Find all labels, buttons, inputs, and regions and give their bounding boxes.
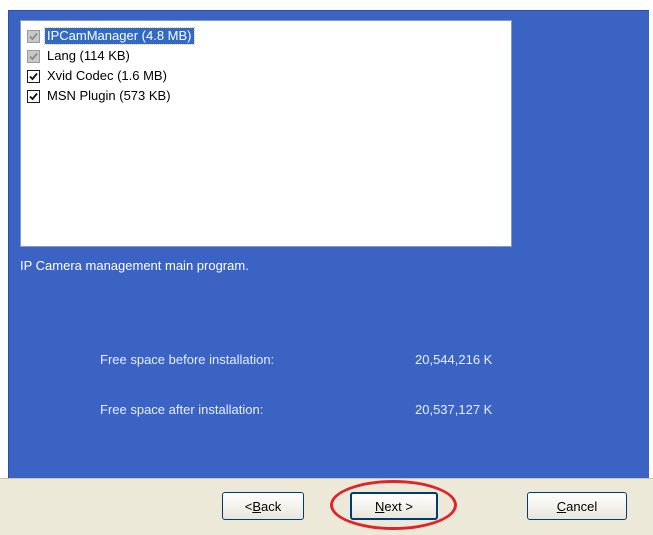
component-item-lang[interactable]: Lang (114 KB): [27, 47, 132, 65]
back-mnemonic: B: [252, 498, 262, 514]
component-label: Lang (114 KB): [47, 48, 130, 63]
checkbox-checked-icon[interactable]: [27, 89, 40, 103]
component-item-ipcammanager[interactable]: IPCamManager (4.8 MB): [27, 27, 195, 45]
space-before-label: Free space before installation:: [100, 352, 275, 367]
cancel-rest: ancel: [566, 498, 598, 514]
space-after-value: 20,537,127 K: [415, 402, 493, 417]
component-label: MSN Plugin (573 KB): [47, 88, 171, 103]
component-description: IP Camera management main program.: [20, 258, 249, 273]
checkbox-checked-disabled-icon: [27, 49, 40, 63]
component-item-msn-plugin[interactable]: MSN Plugin (573 KB): [27, 87, 173, 105]
cancel-mnemonic: C: [556, 498, 567, 514]
space-after-label: Free space after installation:: [100, 402, 264, 417]
back-prefix: <: [244, 498, 253, 514]
installer-window: IPCamManager (4.8 MB) Lang (114 KB) Xvid…: [0, 0, 653, 535]
component-list[interactable]: IPCamManager (4.8 MB) Lang (114 KB) Xvid…: [20, 20, 512, 247]
component-label: IPCamManager (4.8 MB): [44, 27, 195, 45]
checkbox-checked-icon[interactable]: [27, 69, 40, 83]
back-rest: ack: [261, 498, 282, 514]
space-before-value: 20,544,216 K: [415, 352, 493, 367]
next-rest: ext >: [384, 498, 413, 514]
cancel-button[interactable]: Cancel: [527, 492, 627, 520]
next-mnemonic: N: [375, 498, 385, 514]
back-button[interactable]: < Back: [222, 492, 304, 520]
component-label: Xvid Codec (1.6 MB): [47, 68, 167, 83]
next-button[interactable]: Next >: [350, 492, 438, 520]
component-item-xvid-codec[interactable]: Xvid Codec (1.6 MB): [27, 67, 169, 85]
checkbox-checked-disabled-icon: [27, 29, 40, 43]
